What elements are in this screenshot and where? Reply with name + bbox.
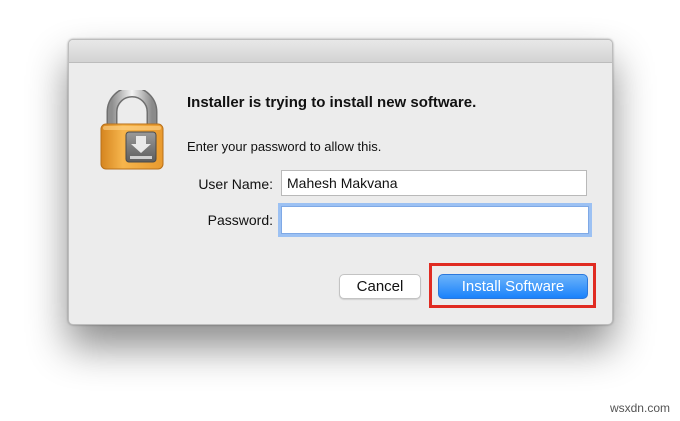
install-software-button[interactable]: Install Software <box>438 274 588 299</box>
authentication-dialog: Installer is trying to install new softw… <box>68 39 613 325</box>
dialog-subtext: Enter your password to allow this. <box>187 139 382 154</box>
password-input[interactable] <box>281 206 589 234</box>
password-label: Password: <box>207 212 273 228</box>
user-name-label: User Name: <box>198 176 273 192</box>
cancel-button[interactable]: Cancel <box>339 274 421 299</box>
user-name-input[interactable] <box>281 170 587 196</box>
dialog-titlebar[interactable] <box>69 40 612 63</box>
padlock-icon <box>99 86 165 170</box>
watermark-text: wsxdn.com <box>609 401 670 415</box>
dialog-headline: Installer is trying to install new softw… <box>187 94 477 111</box>
